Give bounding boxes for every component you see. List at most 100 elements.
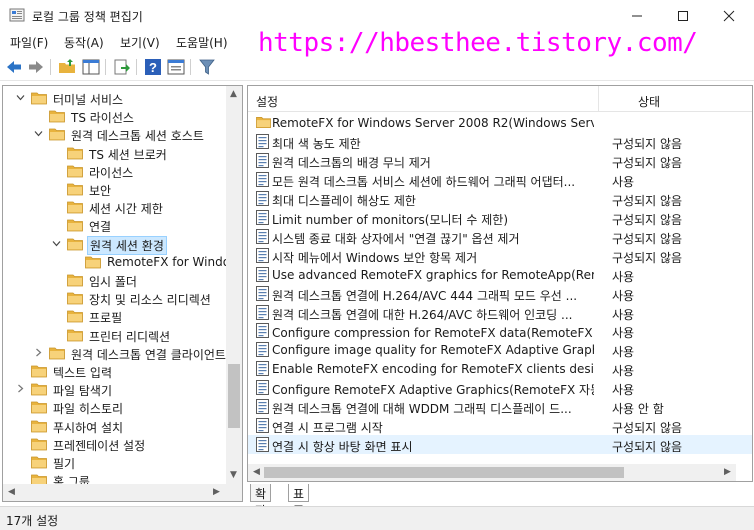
scroll-left-arrow-icon[interactable]: ◀: [8, 487, 15, 497]
list-item[interactable]: Enable RemoteFX encoding for RemoteFX cl…: [248, 359, 752, 378]
tree-item[interactable]: TS 라이선스: [3, 107, 242, 125]
toolbar-separator: [105, 59, 106, 75]
list-item[interactable]: 연결 시 항상 바탕 화면 표시 구성되지 않음: [248, 435, 752, 455]
tree-horizontal-scrollbar[interactable]: ◀ ▶: [3, 484, 226, 501]
back-arrow-icon: [7, 61, 21, 73]
tree-vertical-scrollbar[interactable]: ▲ ▼: [226, 86, 242, 484]
setting-name: 연결 시 프로그램 시작: [272, 421, 383, 436]
scroll-down-arrow-icon[interactable]: ▼: [230, 470, 237, 480]
scrollbar-corner: [226, 484, 242, 501]
tree-item[interactable]: TS 세션 브로커: [3, 144, 242, 162]
group-policy-app-icon: [9, 8, 25, 22]
tab-extended[interactable]: 확장: [250, 484, 272, 518]
console-tree[interactable]: 터미널 서비스 TS 라이선스 원격 데스크톱 세션 호스트 TS 세션 브로커 라이선…: [2, 85, 243, 502]
setting-state: 사용: [612, 307, 635, 322]
tab-standard[interactable]: 표준: [288, 484, 310, 518]
window-title: 로컬 그룹 정책 편집기: [32, 10, 143, 24]
minimize-button[interactable]: [614, 0, 660, 31]
tree-item[interactable]: 필기: [3, 453, 242, 471]
list-item[interactable]: 원격 데스크톱 연결에 대해 WDDM 그래픽 디스플레이 드... 사용 안 함: [248, 397, 752, 416]
tree-item[interactable]: 원격 데스크톱 세션 호스트: [3, 125, 242, 143]
tree-item-label: 보안: [89, 184, 112, 198]
filter-button[interactable]: [198, 58, 216, 76]
tree-item[interactable]: 세션 시간 제한: [3, 198, 242, 216]
tree-item-label: RemoteFX for Windows Server 2008 R2: [107, 254, 243, 269]
menu-view[interactable]: 보기(V): [120, 34, 160, 51]
up-folder-button[interactable]: [58, 58, 76, 76]
menu-action[interactable]: 동작(A): [64, 34, 104, 51]
close-button[interactable]: [706, 0, 752, 31]
list-item[interactable]: 최대 디스플레이 해상도 제한 구성되지 않음: [248, 189, 752, 208]
back-button[interactable]: [5, 58, 23, 76]
chevron-down-icon[interactable]: [15, 92, 26, 103]
column-state-header[interactable]: 상태: [638, 93, 660, 110]
list-item[interactable]: Configure image quality for RemoteFX Ada…: [248, 340, 752, 359]
column-divider[interactable]: [598, 86, 599, 112]
tree-item[interactable]: 터미널 서비스: [3, 89, 242, 107]
chevron-right-icon[interactable]: [15, 383, 26, 394]
tree-item[interactable]: RemoteFX for Windows Server 2008 R2: [3, 253, 242, 271]
tree-item-label: TS 세션 브로커: [89, 147, 167, 162]
scroll-right-arrow-icon[interactable]: ▶: [213, 487, 220, 497]
list-item[interactable]: 모든 원격 데스크톱 서비스 세션에 하드웨어 그래픽 어댑터... 사용: [248, 170, 752, 189]
show-hide-tree-button[interactable]: [82, 58, 100, 76]
tree-item[interactable]: 파일 히스토리: [3, 398, 242, 416]
setting-name: 시스템 종료 대화 상자에서 "연결 끊기" 옵션 제거: [272, 231, 520, 246]
export-list-button[interactable]: [113, 58, 131, 76]
setting-state: 사용: [612, 174, 635, 189]
forward-button[interactable]: [27, 58, 45, 76]
tree-item[interactable]: 텍스트 입력: [3, 362, 242, 380]
settings-list[interactable]: 설정 상태 RemoteFX for Windows Server 2008 R…: [247, 85, 753, 482]
properties-button[interactable]: [167, 58, 185, 76]
tree-item[interactable]: 푸시하여 설치: [3, 417, 242, 435]
tree-item[interactable]: 프린터 리디렉션: [3, 326, 242, 344]
tree-item[interactable]: 장치 및 리소스 리디렉션: [3, 289, 242, 307]
list-item[interactable]: 시작 메뉴에서 Windows 보안 항목 제거 구성되지 않음: [248, 246, 752, 265]
tree-item[interactable]: 연결: [3, 216, 242, 234]
chevron-down-icon[interactable]: [33, 128, 44, 139]
tree-item-label: 원격 세션 환경: [87, 235, 167, 255]
scroll-left-arrow-icon[interactable]: ◀: [253, 467, 260, 477]
menu-help[interactable]: 도움말(H): [176, 34, 228, 51]
list-item[interactable]: Configure compression for RemoteFX data(…: [248, 321, 752, 340]
list-item[interactable]: 최대 색 농도 제한 구성되지 않음: [248, 132, 752, 151]
list-item[interactable]: Configure RemoteFX Adaptive Graphics(Rem…: [248, 378, 752, 397]
scroll-up-arrow-icon[interactable]: ▲: [230, 89, 237, 99]
list-scroll-thumb[interactable]: [264, 467, 624, 478]
setting-state: 사용: [612, 364, 635, 379]
list-item[interactable]: 연결 시 프로그램 시작 구성되지 않음: [248, 416, 752, 435]
list-item[interactable]: RemoteFX for Windows Server 2008 R2(Wind…: [248, 113, 752, 132]
tree-item-label: 프로필: [89, 311, 123, 326]
tree-item[interactable]: 원격 데스크톱 연결 클라이언트: [3, 344, 242, 362]
list-item[interactable]: Limit number of monitors(모니터 수 제한) 구성되지 않…: [248, 208, 752, 227]
help-button[interactable]: ?: [144, 58, 162, 76]
chevron-down-icon[interactable]: [51, 238, 62, 249]
setting-state: 사용: [612, 345, 635, 360]
tree-item[interactable]: 프레젠테이션 설정: [3, 435, 242, 453]
tree-item[interactable]: 파일 탐색기: [3, 380, 242, 398]
title-bar[interactable]: 로컬 그룹 정책 편집기: [0, 0, 754, 31]
list-item[interactable]: 원격 데스크톱의 배경 무늬 제거 구성되지 않음: [248, 151, 752, 170]
maximize-button[interactable]: [660, 0, 706, 31]
list-item[interactable]: 원격 데스크톱 연결에 대한 H.264/AVC 하드웨어 인코딩 ... 사용: [248, 303, 752, 322]
tree-item[interactable]: 임시 폴더: [3, 271, 242, 289]
list-item[interactable]: Use advanced RemoteFX graphics for Remot…: [248, 265, 752, 284]
list-item[interactable]: 원격 데스크톱 연결에 H.264/AVC 444 그래픽 모드 우선 ... 사…: [248, 284, 752, 303]
tree-item[interactable]: 라이선스: [3, 162, 242, 180]
tree-scroll-thumb[interactable]: [228, 364, 240, 428]
chevron-right-icon[interactable]: [33, 347, 44, 358]
policy-setting-icon: [256, 247, 269, 263]
setting-name: 원격 데스크톱 연결에 H.264/AVC 444 그래픽 모드 우선 ...: [272, 288, 578, 303]
tree-item[interactable]: 보안: [3, 180, 242, 198]
setting-name: 원격 데스크톱의 배경 무늬 제거: [272, 155, 431, 170]
tree-item[interactable]: 프로필: [3, 307, 242, 325]
setting-state: 사용: [612, 326, 635, 341]
menu-file[interactable]: 파일(F): [10, 34, 48, 51]
scroll-right-arrow-icon[interactable]: ▶: [724, 467, 731, 477]
tree-item[interactable]: 원격 세션 환경: [3, 235, 242, 255]
folder-icon: [256, 115, 271, 130]
column-setting-header[interactable]: 설정: [256, 93, 278, 110]
tree-item-label: 임시 폴더: [89, 275, 137, 289]
list-horizontal-scrollbar[interactable]: ◀ ▶: [248, 464, 736, 481]
list-item[interactable]: 시스템 종료 대화 상자에서 "연결 끊기" 옵션 제거 구성되지 않음: [248, 227, 752, 246]
